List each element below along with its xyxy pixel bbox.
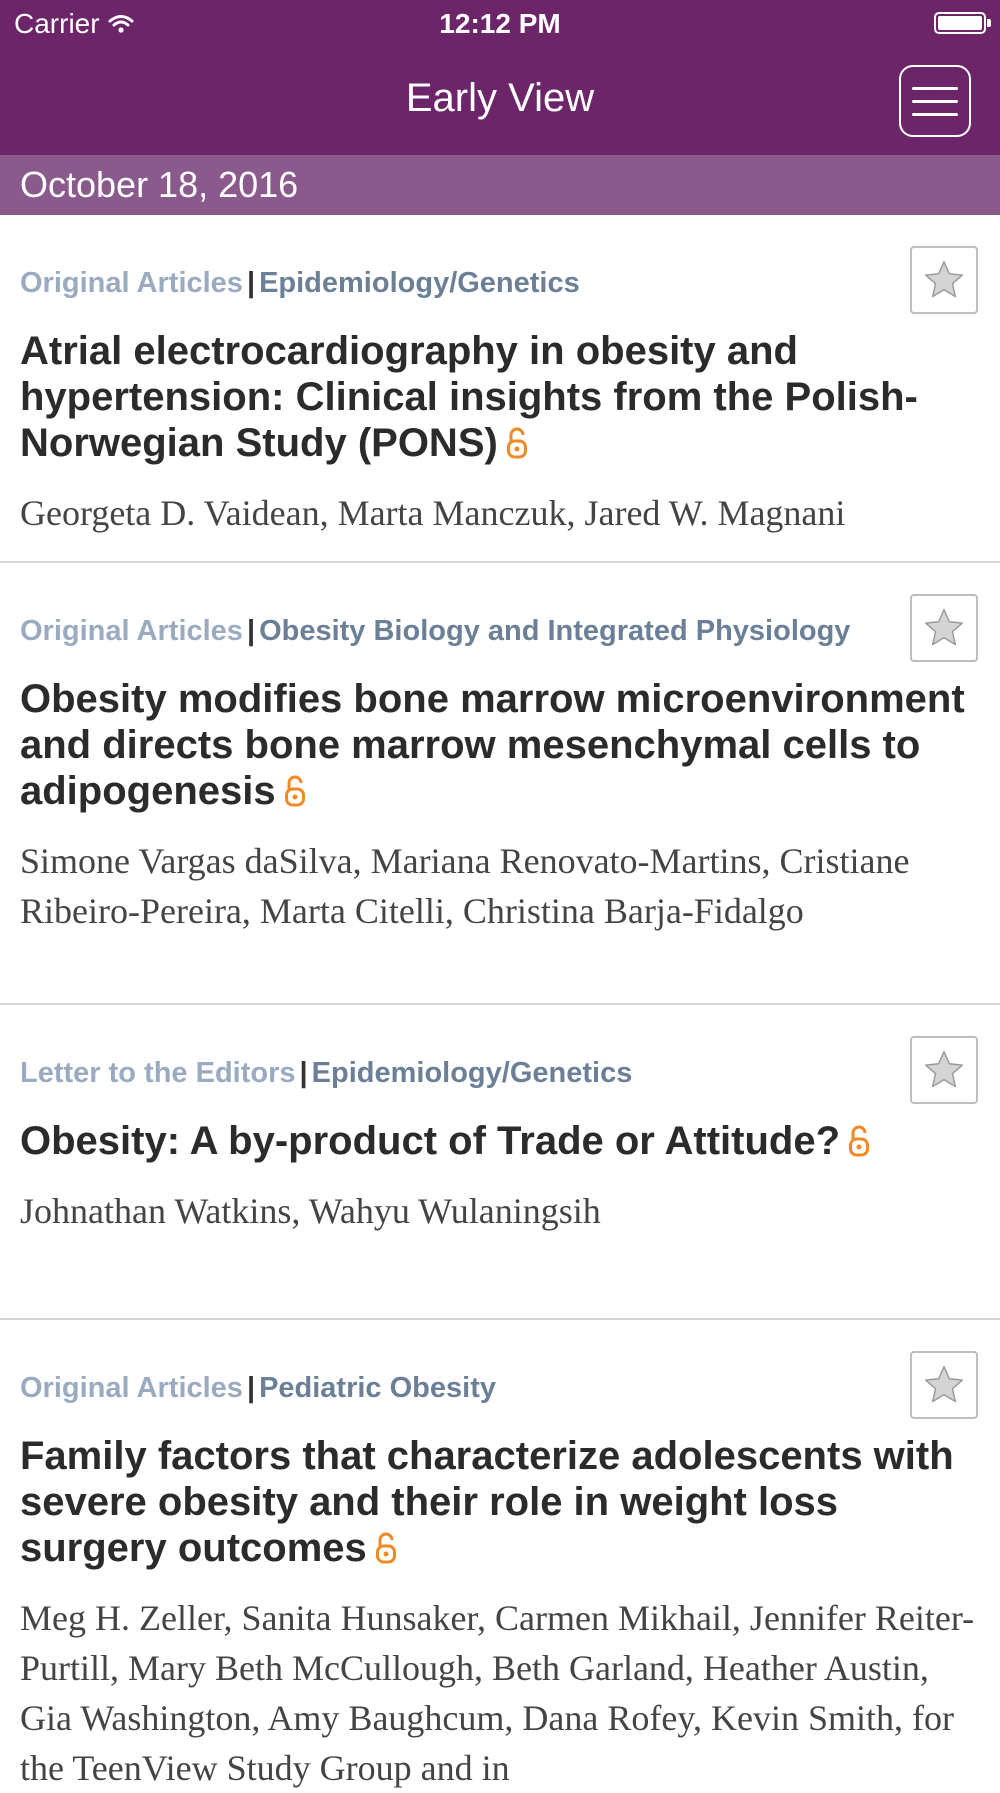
status-time: 12:12 PM [439,8,561,39]
star-icon [924,1365,964,1403]
page-title: Early View [405,76,595,120]
article-category-link[interactable]: Epidemiology/Genetics [259,267,580,299]
favorite-button[interactable] [910,1036,978,1104]
star-icon [924,608,964,646]
article-meta: Original Articles | Obesity Biology and In… [20,611,860,652]
article-item[interactable]: Original Articles | Obesity Biology and In… [0,563,1000,1005]
meta-separator: | [246,615,256,647]
article-title[interactable]: Atrial electrocardiography in obesity an… [20,328,980,466]
menu-button[interactable] [899,65,971,137]
favorite-button[interactable] [910,246,978,314]
star-icon [924,1050,964,1088]
article-item[interactable]: Original Articles | Epidemiology/Genetics … [0,215,1000,563]
open-access-lock-icon [375,1532,396,1564]
hamburger-icon-line [912,112,958,116]
article-category-link[interactable]: Epidemiology/Genetics [312,1057,633,1089]
article-meta: Original Articles | Epidemiology/Genetics [20,263,860,304]
open-access-lock-icon [849,1125,869,1157]
article-authors: Meg H. Zeller, Sanita Hunsaker, Carmen M… [20,1598,975,1788]
date-section-header: October 18, 2016 [0,155,1000,215]
article-meta: Original Articles | Pediatric Obesity [20,1368,860,1409]
meta-separator: | [299,1057,308,1089]
article-authors: Johnathan Watkins, Wahyu Wulaningsih [20,1191,601,1231]
article-title[interactable]: Obesity modifies bone marrow microenviro… [20,676,980,814]
article-meta: Letter to the Editors | Epidemiology/Genet… [20,1053,860,1094]
article-type-link[interactable]: Letter to the Editors [20,1057,296,1089]
article-title[interactable]: Family factors that characterize adolesc… [20,1433,980,1571]
article-title-text: Atrial electrocardiography in obesity an… [20,329,918,465]
favorite-button[interactable] [910,594,978,662]
battery-icon [934,12,991,34]
open-access-lock-icon [284,775,305,807]
article-type-link[interactable]: Original Articles [20,615,243,647]
article-item[interactable]: Original Articles | Pediatric Obesity Fami… [0,1320,1000,1793]
navigation-bar: Carrier 12:12 PM Early View [0,0,1000,155]
article-type-link[interactable]: Original Articles [20,1372,243,1404]
article-category-link[interactable]: Pediatric Obesity [259,1372,496,1404]
article-item[interactable]: Letter to the Editors | Epidemiology/Genet… [0,1005,1000,1320]
hamburger-icon-line [912,86,958,90]
article-title[interactable]: Obesity: A by-product of Trade or Attitu… [20,1118,980,1164]
article-list: Original Articles | Epidemiology/Genetics … [0,215,1000,1793]
article-category-link[interactable]: Obesity Biology and Integrated Physiolog… [259,615,850,647]
open-access-lock-icon [506,427,527,459]
meta-separator: | [246,267,256,299]
star-icon [924,260,964,298]
favorite-button[interactable] [910,1351,978,1419]
article-authors: Georgeta D. Vaidean, Marta Manczuk, Jare… [20,493,846,533]
meta-separator: | [246,1372,256,1404]
article-title-text: Obesity modifies bone marrow microenviro… [20,677,965,813]
article-authors: Simone Vargas daSilva, Mariana Renovato-… [20,841,910,931]
article-type-link[interactable]: Original Articles [20,267,243,299]
hamburger-icon-line [912,99,958,103]
article-title-text: Family factors that characterize adolesc… [20,1434,954,1570]
article-title-text: Obesity: A by-product of Trade or Attitu… [20,1119,840,1163]
